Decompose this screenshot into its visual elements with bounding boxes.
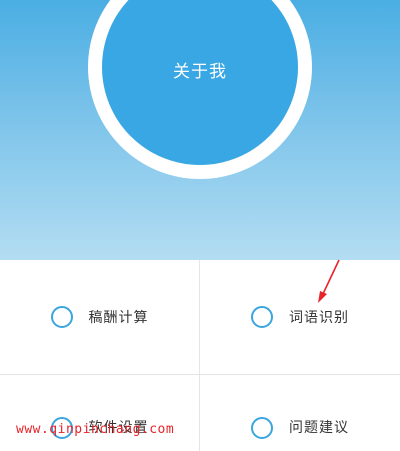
about-me-button[interactable]: 关于我: [102, 0, 298, 165]
menu-item-label: 词语识别: [289, 310, 349, 326]
about-ring: 关于我: [88, 0, 312, 179]
circle-icon: [251, 306, 273, 328]
menu-item-settings[interactable]: 软件设置: [0, 375, 200, 451]
watermark-text: www.qinpinchang.com: [16, 422, 175, 437]
menu-item-fee-calc[interactable]: 稿酬计算: [0, 260, 200, 375]
about-me-label: 关于我: [173, 61, 227, 82]
menu-item-label: 问题建议: [289, 420, 349, 436]
menu-item-feedback[interactable]: 问题建议: [200, 375, 400, 451]
circle-icon: [50, 306, 73, 328]
menu-item-label: 稿酬计算: [88, 310, 149, 326]
menu-item-word-recognition[interactable]: 词语识别: [200, 260, 400, 375]
circle-icon: [251, 417, 273, 439]
profile-header: 关于我: [0, 0, 400, 260]
red-arrow-annotation-icon: [318, 259, 340, 303]
